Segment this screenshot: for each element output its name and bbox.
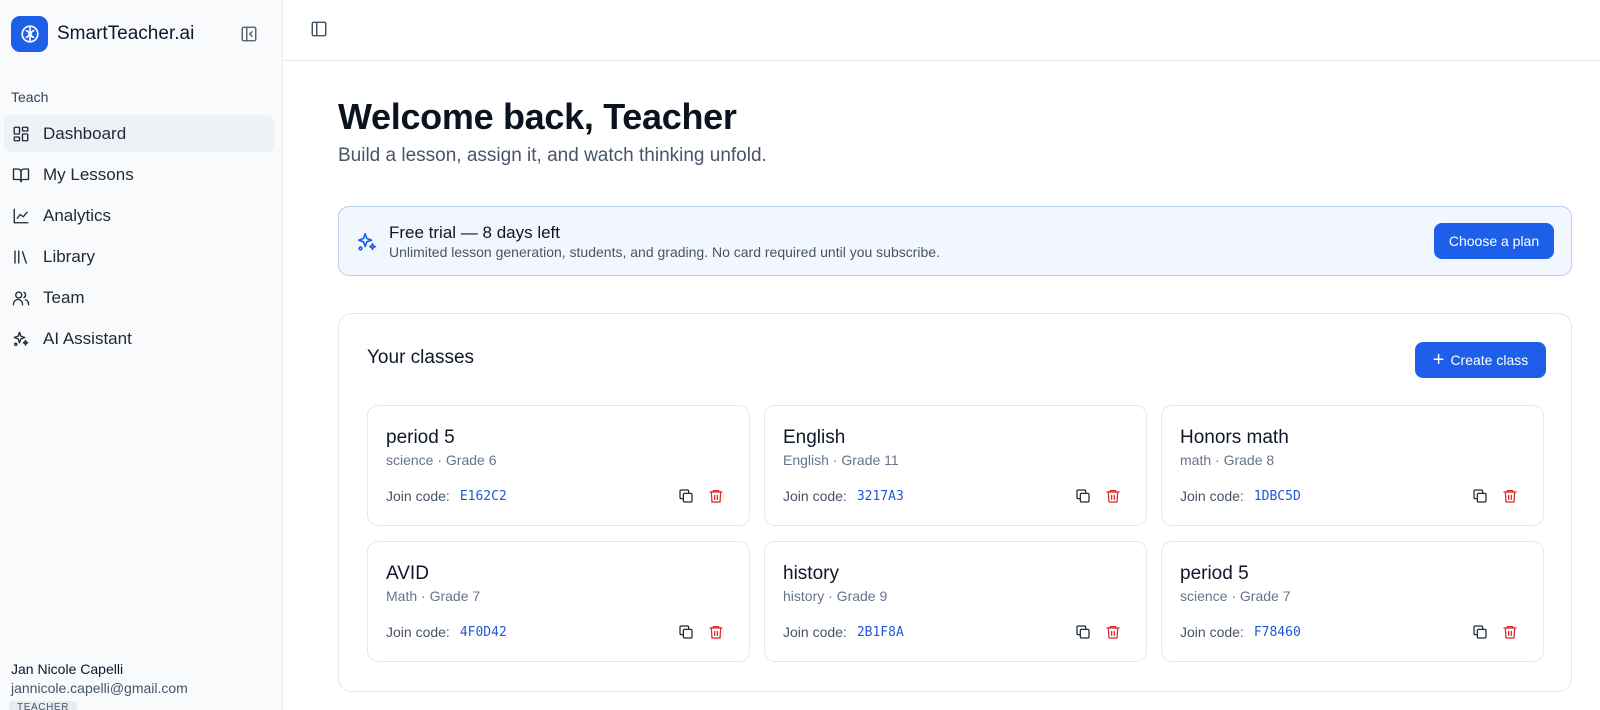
join-code-label: Join code:: [783, 488, 847, 504]
class-name: history: [783, 563, 839, 584]
join-code-row: Join code: 4F0D42: [386, 624, 507, 640]
app-name: SmartTeacher.ai: [57, 23, 195, 44]
class-meta: math · Grade 8: [1180, 452, 1275, 468]
join-code: 1DBC5D: [1253, 488, 1301, 504]
sidebar-item-my-lessons[interactable]: My Lessons: [4, 156, 274, 193]
trial-title: Free trial — 8 days left: [389, 223, 561, 242]
join-code-label: Join code:: [1180, 624, 1244, 640]
copy-icon[interactable]: [1074, 487, 1092, 505]
join-code-label: Join code:: [1180, 488, 1244, 504]
class-name: period 5: [386, 427, 455, 448]
sidebar-item-label: Analytics: [43, 205, 112, 225]
join-code-row: Join code: F78460: [1180, 624, 1301, 640]
class-meta: Math · Grade 7: [386, 588, 481, 604]
class-meta: science · Grade 7: [1180, 588, 1291, 604]
trash-icon[interactable]: [1104, 623, 1122, 641]
line-chart-icon: [11, 206, 31, 226]
join-code: F78460: [1253, 624, 1301, 640]
class-card[interactable]: AVID Math · Grade 7 Join code: 4F0D42: [367, 541, 750, 662]
join-code-label: Join code:: [386, 624, 450, 640]
create-class-label: Create class: [1450, 352, 1529, 368]
users-icon: [11, 288, 31, 308]
trash-icon[interactable]: [1104, 487, 1122, 505]
class-name: Honors math: [1180, 427, 1289, 448]
join-code: 3217A3: [856, 488, 904, 504]
trash-icon[interactable]: [1501, 487, 1519, 505]
classes-title: Your classes: [367, 347, 475, 368]
class-name: period 5: [1180, 563, 1249, 584]
sidebar-item-ai-assistant[interactable]: AI Assistant: [4, 320, 274, 357]
plus-icon: +: [1432, 349, 1445, 371]
join-code: 4F0D42: [459, 624, 507, 640]
trash-icon[interactable]: [1501, 623, 1519, 641]
trial-banner: Free trial — 8 days left Unlimited lesso…: [338, 206, 1572, 276]
class-meta: history · Grade 9: [783, 588, 888, 604]
user-name: Jan Nicole Capelli: [11, 661, 124, 677]
class-name: English: [783, 427, 846, 448]
join-code-row: Join code: 2B1F8A: [783, 624, 904, 640]
join-code: 2B1F8A: [856, 624, 904, 640]
trash-icon[interactable]: [707, 487, 725, 505]
class-meta: science · Grade 6: [386, 452, 497, 468]
class-meta: English · Grade 11: [783, 452, 899, 468]
sidebar-item-team[interactable]: Team: [4, 279, 274, 316]
trash-icon[interactable]: [707, 623, 725, 641]
user-email: jannicole.capelli@gmail.com: [11, 680, 188, 696]
brain-icon: [11, 16, 48, 52]
copy-icon[interactable]: [677, 623, 695, 641]
sidebar-nav: Dashboard My Lessons Analytics Library T…: [4, 115, 274, 361]
sidebar-item-library[interactable]: Library: [4, 238, 274, 275]
copy-icon[interactable]: [677, 487, 695, 505]
copy-icon[interactable]: [1471, 487, 1489, 505]
sidebar-item-label: Dashboard: [43, 123, 127, 143]
class-name: AVID: [386, 563, 429, 584]
dashboard-icon: [11, 124, 31, 144]
sidebar-item-analytics[interactable]: Analytics: [4, 197, 274, 234]
section-label-teach: Teach: [11, 89, 49, 105]
sidebar-item-label: AI Assistant: [43, 328, 132, 348]
page-title: Welcome back, Teacher: [338, 96, 737, 137]
book-open-icon: [11, 165, 31, 185]
join-code: E162C2: [459, 488, 507, 504]
join-code-row: Join code: 1DBC5D: [1180, 488, 1301, 504]
join-code-label: Join code:: [783, 624, 847, 640]
class-card[interactable]: English English · Grade 11 Join code: 32…: [764, 405, 1147, 526]
copy-icon[interactable]: [1074, 623, 1092, 641]
sidebar-item-label: My Lessons: [43, 164, 134, 184]
sidebar-item-dashboard[interactable]: Dashboard: [4, 115, 274, 152]
choose-plan-button[interactable]: Choose a plan: [1434, 223, 1554, 259]
class-card[interactable]: period 5 science · Grade 7 Join code: F7…: [1161, 541, 1544, 662]
user-profile[interactable]: Jan Nicole Capelli jannicole.capelli@gma…: [11, 661, 188, 696]
join-code-label: Join code:: [386, 488, 450, 504]
brand[interactable]: SmartTeacher.ai: [11, 16, 194, 52]
create-class-button[interactable]: + Create class: [1415, 342, 1546, 378]
classes-panel: Your classes + Create class period 5 sci…: [338, 313, 1572, 692]
sidebar: SmartTeacher.ai Teach Dashboard My Lesso…: [0, 0, 283, 710]
panel-toggle-icon[interactable]: [308, 18, 330, 40]
class-card[interactable]: Honors math math · Grade 8 Join code: 1D…: [1161, 405, 1544, 526]
sparkles-icon: [356, 231, 378, 253]
sparkles-icon: [11, 329, 31, 349]
role-badge: TEACHER: [9, 701, 77, 710]
library-icon: [11, 247, 31, 267]
page-subtitle: Build a lesson, assign it, and watch thi…: [338, 145, 767, 166]
sidebar-item-label: Library: [43, 246, 95, 266]
class-card[interactable]: period 5 science · Grade 6 Join code: E1…: [367, 405, 750, 526]
collapse-sidebar-icon[interactable]: [238, 23, 260, 45]
trial-description: Unlimited lesson generation, students, a…: [389, 244, 940, 260]
class-card[interactable]: history history · Grade 9 Join code: 2B1…: [764, 541, 1147, 662]
class-grid: period 5 science · Grade 6 Join code: E1…: [367, 405, 1544, 662]
join-code-row: Join code: 3217A3: [783, 488, 904, 504]
copy-icon[interactable]: [1471, 623, 1489, 641]
sidebar-item-label: Team: [43, 287, 85, 307]
join-code-row: Join code: E162C2: [386, 488, 507, 504]
topbar: [284, 0, 1600, 61]
